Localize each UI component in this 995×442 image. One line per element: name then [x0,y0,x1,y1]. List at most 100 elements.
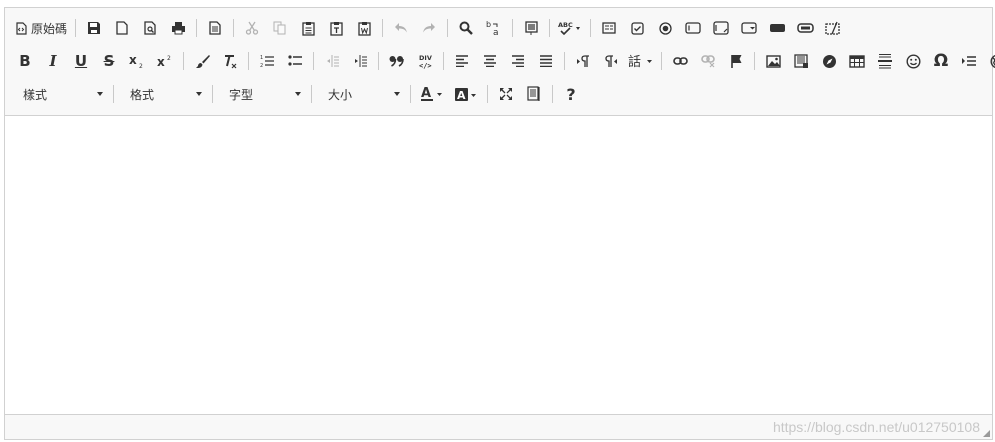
strikethrough-button[interactable]: S [95,48,123,74]
div-container-icon: DIV</> [419,54,432,69]
paste-button[interactable] [294,15,322,41]
iframe-button[interactable] [815,48,843,74]
checkbox-button[interactable] [623,15,651,41]
svg-text:A: A [457,89,466,102]
separator [754,52,755,70]
separator [487,85,488,103]
toolbar-row-2: B I U S x2 x2 12 DIV </> 話 Ω [11,48,995,74]
special-char-button[interactable]: Ω [927,48,955,74]
resize-grip-icon[interactable] [983,430,990,437]
indent-button[interactable] [346,48,374,74]
font-dropdown[interactable]: 字型 [217,82,307,106]
text-direction-ltr-button[interactable] [569,48,597,74]
styles-dropdown[interactable]: 樣式 [11,82,109,106]
templates-button[interactable] [201,15,229,41]
outdent-button[interactable] [318,48,346,74]
about-button[interactable]: ? [557,81,585,107]
separator [311,85,312,103]
text-field-icon [685,22,701,34]
radio-button[interactable] [651,15,679,41]
text-color-button[interactable]: A [415,81,449,107]
svg-text:x: x [129,54,137,67]
background-color-icon: A [455,87,476,102]
cut-button[interactable] [238,15,266,41]
italic-button[interactable]: I [39,48,67,74]
separator [313,52,314,70]
hidden-field-button[interactable] [819,15,847,41]
numbered-list-button[interactable]: 12 [253,48,281,74]
find-button[interactable] [452,15,480,41]
separator [590,19,592,37]
align-justify-button[interactable] [532,48,560,74]
print-button[interactable] [164,15,192,41]
size-dropdown[interactable]: 大小 [316,82,406,106]
bulleted-list-button[interactable] [281,48,309,74]
text-field-button[interactable] [679,15,707,41]
textarea-button[interactable] [707,15,735,41]
form-button[interactable] [595,15,623,41]
chevron-down-icon [394,92,400,96]
svg-text:A: A [421,86,431,101]
paste-text-button[interactable] [322,15,350,41]
new-page-button[interactable] [108,15,136,41]
svg-text:2: 2 [167,55,171,62]
format-dropdown[interactable]: 格式 [118,82,208,106]
select-field-button[interactable] [735,15,763,41]
flash-button[interactable] [787,48,815,74]
superscript-button[interactable]: x2 [151,48,179,74]
new-page-icon [116,21,128,35]
language-icon: 話 [628,54,652,68]
maximize-button[interactable] [492,81,520,107]
separator [661,52,662,70]
image-button-field-button[interactable] [791,15,819,41]
quote-icon [389,56,404,67]
source-button[interactable]: 原始碼 [11,15,71,41]
svg-text:x: x [157,55,165,68]
align-right-button[interactable] [504,48,532,74]
save-button[interactable] [80,15,108,41]
preview-button[interactable] [136,15,164,41]
iframe-globe-button[interactable] [983,48,995,74]
spell-check-button[interactable]: ABC [554,15,586,41]
paste-word-button[interactable] [350,15,378,41]
copy-format-button[interactable] [188,48,216,74]
link-button[interactable] [666,48,694,74]
align-center-button[interactable] [476,48,504,74]
underline-button[interactable]: U [67,48,95,74]
blockquote-button[interactable] [383,48,411,74]
replace-button[interactable]: ba [480,15,508,41]
cut-icon [245,21,259,35]
align-center-icon [484,55,496,67]
page-break-button[interactable] [955,48,983,74]
show-blocks-button[interactable] [520,81,548,107]
styles-dropdown-label: 樣式 [23,87,48,102]
separator [248,52,249,70]
select-all-icon [524,20,538,35]
table-button[interactable] [843,48,871,74]
image-button[interactable] [759,48,787,74]
background-color-button[interactable]: A [449,81,483,107]
copy-button[interactable] [266,15,294,41]
omega-icon: Ω [933,51,949,71]
bold-button[interactable]: B [11,48,39,74]
select-all-button[interactable] [517,15,545,41]
anchor-button[interactable] [722,48,750,74]
unlink-button[interactable] [694,48,722,74]
align-left-button[interactable] [448,48,476,74]
redo-button[interactable] [415,15,443,41]
language-button[interactable]: 話 [625,48,657,74]
button-field-button[interactable] [763,15,791,41]
remove-format-button[interactable] [216,48,244,74]
separator [382,19,384,37]
smiley-button[interactable] [899,48,927,74]
undo-button[interactable] [387,15,415,41]
text-direction-rtl-button[interactable] [597,48,625,74]
subscript-button[interactable]: x2 [123,48,151,74]
svg-text:a: a [493,28,499,36]
source-icon [16,21,27,35]
editor-content-area[interactable] [5,116,992,416]
horizontal-rule-button[interactable] [871,48,899,74]
save-icon [88,22,101,34]
table-icon [849,54,865,68]
create-div-button[interactable]: DIV </> [411,48,439,74]
